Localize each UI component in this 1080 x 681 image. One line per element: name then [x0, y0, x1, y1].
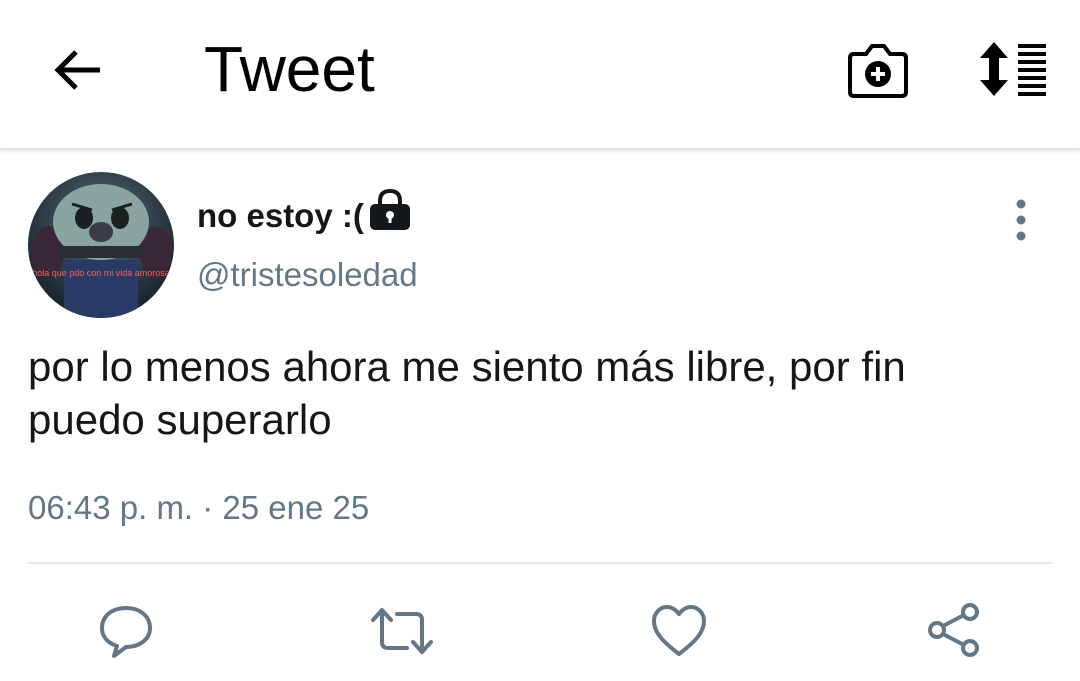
retweet-icon — [371, 608, 433, 654]
author-handle[interactable]: @tristesoledad — [197, 254, 418, 296]
back-button[interactable] — [48, 44, 108, 96]
reply-icon — [100, 606, 152, 658]
share-button[interactable] — [926, 602, 984, 660]
arrow-left-icon — [54, 50, 100, 90]
sort-button[interactable] — [974, 40, 1050, 98]
reply-button[interactable] — [97, 602, 155, 660]
like-button[interactable] — [650, 602, 708, 660]
share-icon — [928, 603, 979, 657]
app-bar: Tweet — [0, 0, 1080, 150]
more-options-button[interactable] — [1004, 198, 1038, 242]
lock-icon — [370, 188, 410, 230]
divider — [28, 562, 1052, 564]
page-title: Tweet — [204, 33, 375, 105]
heart-icon — [652, 605, 706, 656]
avatar-caption: hola que pdo con mi vida amorosa — [32, 268, 170, 278]
author-name[interactable]: no estoy :( — [197, 196, 364, 236]
camera-plus-icon — [848, 44, 908, 98]
avatar[interactable]: hola que pdo con mi vida amorosa — [28, 172, 174, 318]
tweet-timestamp: 06:43 p. m. · 25 ene 25 — [28, 489, 370, 526]
retweet-button[interactable] — [371, 602, 433, 660]
tweet-text: por lo menos ahora me siento más libre, … — [28, 343, 906, 443]
sort-list-icon — [980, 42, 1046, 96]
more-vertical-icon — [1016, 199, 1026, 241]
avatar-image — [28, 172, 174, 318]
protected-account-indicator — [368, 188, 412, 232]
camera-button[interactable] — [846, 40, 910, 100]
